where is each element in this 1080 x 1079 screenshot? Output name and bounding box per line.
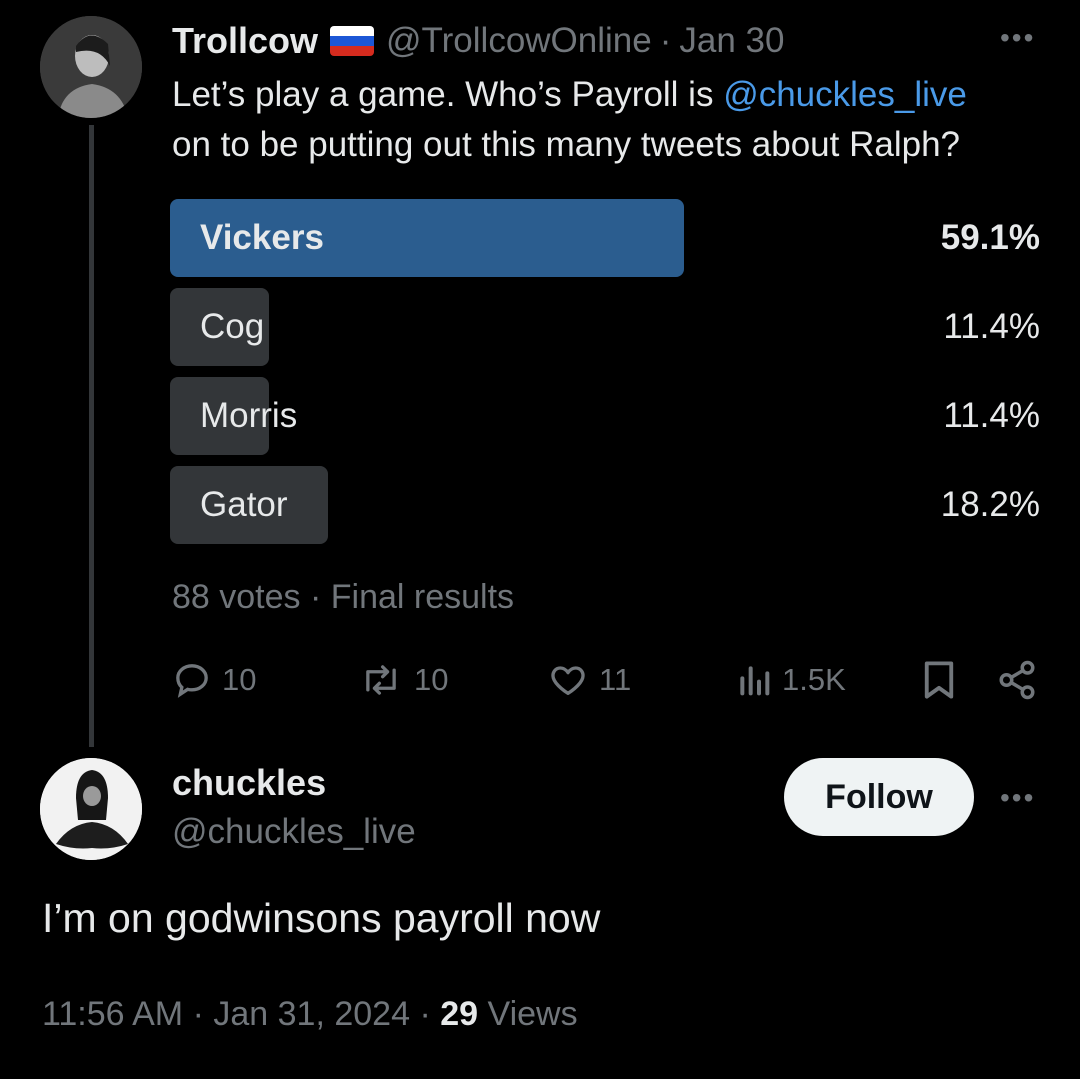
poll-option-1: Vickers 59.1% — [170, 199, 1040, 277]
repost-count: 10 — [414, 662, 449, 697]
repost-icon — [366, 665, 396, 695]
poll-option-label: Vickers — [200, 218, 324, 257]
chuckles-avatar[interactable] — [40, 758, 142, 860]
separator-dot: · — [192, 995, 214, 1033]
author-handle[interactable]: @TrollcowOnline — [386, 21, 652, 61]
more-options-icon[interactable]: ••• — [1000, 22, 1035, 54]
reply-count: 10 — [222, 662, 257, 697]
views-button[interactable]: 1.5K — [736, 655, 846, 705]
more-options-icon[interactable]: ••• — [1000, 782, 1035, 814]
poll-option-3: Morris 11.4% — [170, 377, 1040, 455]
tweet-date[interactable]: Jan 30 — [679, 21, 784, 61]
reply-views-count: 29 — [440, 995, 479, 1033]
thread-connector — [89, 125, 94, 747]
reply-author-name[interactable]: chuckles — [172, 762, 326, 804]
follow-button[interactable]: Follow — [784, 758, 974, 836]
reply-text: I’m on godwinsons payroll now — [42, 895, 601, 941]
poll-option-percent: 59.1% — [940, 218, 1040, 257]
reply-views-label: Views — [487, 995, 578, 1033]
poll-footer: 88 votes · Final results — [172, 578, 514, 617]
repost-button[interactable]: 10 — [358, 655, 448, 705]
reply-date[interactable]: Jan 31, 2024 — [213, 995, 410, 1033]
tweet-text: Let’s play a game. Who’s Payroll is @chu… — [172, 70, 1052, 170]
analytics-icon — [740, 666, 770, 696]
trollcow-avatar[interactable] — [40, 16, 142, 118]
vote-count: 88 votes — [172, 578, 301, 616]
tweet-text-part: on to be putting out this many tweets ab… — [172, 125, 961, 164]
bookmark-button[interactable] — [920, 655, 958, 705]
poll-option-label: Morris — [200, 396, 298, 435]
poll-option-2: Cog 11.4% — [170, 288, 1040, 366]
reply-icon — [176, 664, 208, 698]
share-button[interactable] — [996, 655, 1038, 705]
separator-dot: · — [659, 21, 672, 60]
author-name[interactable]: Trollcow — [172, 20, 318, 62]
like-count: 11 — [599, 662, 632, 697]
separator-dot: · — [419, 995, 441, 1033]
like-button[interactable]: 11 — [547, 655, 631, 705]
heart-icon — [551, 666, 585, 695]
reply-button[interactable]: 10 — [172, 655, 256, 705]
tweet-text-part: Let’s play a game. Who’s Payroll is — [172, 75, 724, 114]
poll-option-label: Cog — [200, 307, 265, 346]
reply-meta: 11:56 AM · Jan 31, 2024 · 29 Views — [42, 995, 578, 1034]
reply-author-handle[interactable]: @chuckles_live — [172, 812, 416, 852]
poll-option-label: Gator — [200, 485, 288, 524]
poll-status: Final results — [330, 578, 515, 616]
reply-time[interactable]: 11:56 AM — [42, 995, 183, 1033]
poll-option-percent: 11.4% — [943, 396, 1040, 435]
bookmark-icon — [924, 661, 954, 699]
mention-link[interactable]: @chuckles_live — [723, 75, 967, 114]
views-count: 1.5K — [782, 662, 846, 697]
poll-option-percent: 11.4% — [943, 307, 1040, 346]
poll-option-percent: 18.2% — [940, 485, 1040, 524]
share-icon — [999, 660, 1035, 700]
tweet-header: Trollcow @TrollcowOnline · Jan 30 — [172, 18, 784, 64]
separator-dot: · — [309, 578, 331, 616]
poll-option-4: Gator 18.2% — [170, 466, 1040, 544]
russia-flag-icon — [330, 26, 375, 56]
